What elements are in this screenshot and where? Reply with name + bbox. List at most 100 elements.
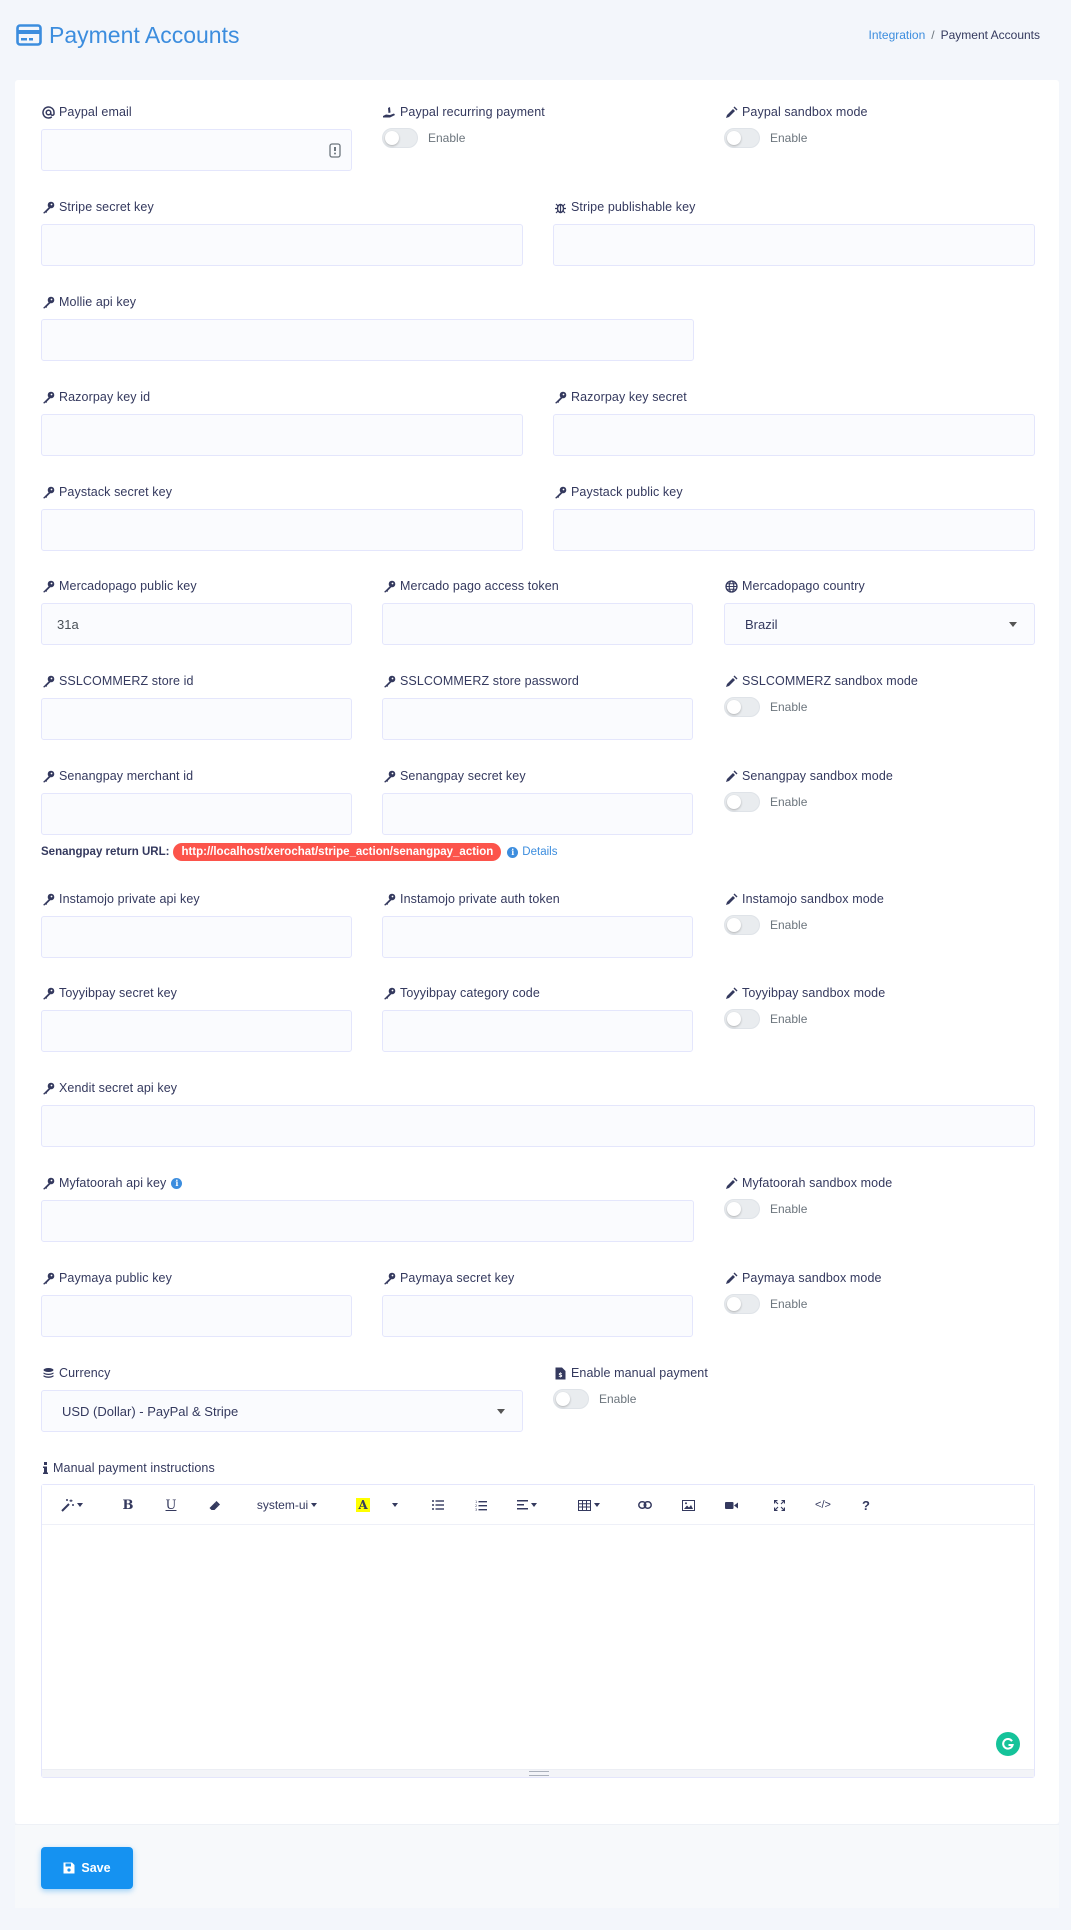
toggle-label: Enable [770, 131, 808, 145]
toggle-switch[interactable] [724, 915, 760, 935]
toyyibpay-sandbox-label: Toyyibpay sandbox mode [742, 986, 886, 1000]
sslcommerz-sandbox-toggle[interactable]: Enable [724, 697, 807, 717]
paymaya-sandbox-toggle[interactable]: Enable [724, 1294, 807, 1314]
key-icon [382, 674, 396, 688]
link-icon [638, 1501, 652, 1509]
sslcommerz-sandbox-label: SSLCOMMERZ sandbox mode [742, 674, 918, 688]
highlight-button[interactable]: A [355, 1495, 371, 1515]
mercadopago-public-label: Mercadopago public key [59, 579, 197, 593]
paymaya-secret-input[interactable] [382, 1295, 693, 1337]
senangpay-return-url-badge[interactable]: http://localhost/xerochat/stripe_action/… [173, 843, 502, 861]
toyyibpay-sandbox-toggle[interactable]: Enable [724, 1009, 807, 1029]
ordered-list-button[interactable]: 123 [473, 1495, 489, 1515]
info-icon [41, 1461, 49, 1475]
instamojo-api-input[interactable] [41, 916, 352, 958]
mercadopago-token-input[interactable] [382, 603, 693, 645]
key-icon [41, 200, 55, 214]
grip-icon [529, 1771, 549, 1776]
highlight-dropdown[interactable] [388, 1495, 398, 1515]
paymaya-sandbox-label: Paymaya sandbox mode [742, 1271, 882, 1285]
paypal-email-input[interactable] [41, 129, 352, 171]
mollie-api-group: Mollie api key [41, 294, 694, 364]
mercadopago-public-input[interactable] [41, 603, 352, 645]
key-icon [41, 485, 55, 499]
magic-wand-button[interactable] [60, 1495, 84, 1515]
paymaya-public-input[interactable] [41, 1295, 352, 1337]
stripe-publishable-group: Stripe publishable key [553, 199, 1035, 269]
toggle-switch[interactable] [553, 1389, 589, 1409]
paystack-secret-input[interactable] [41, 509, 523, 551]
image-icon [681, 1499, 695, 1511]
mercadopago-country-select[interactable]: Brazil [724, 603, 1035, 645]
toggle-switch[interactable] [724, 1009, 760, 1029]
sslcommerz-store-id-label: SSLCOMMERZ store id [59, 674, 194, 688]
toggle-switch[interactable] [724, 1199, 760, 1219]
save-button[interactable]: Save [41, 1847, 133, 1889]
underline-button[interactable]: U [163, 1495, 179, 1515]
toggle-switch[interactable] [724, 1294, 760, 1314]
toyyibpay-secret-input[interactable] [41, 1010, 352, 1052]
key-icon [382, 1271, 396, 1285]
paypal-sandbox-toggle[interactable]: Enable [724, 128, 807, 148]
toyyibpay-category-input[interactable] [382, 1010, 693, 1052]
razorpay-id-input[interactable] [41, 414, 523, 456]
mollie-api-input[interactable] [41, 319, 694, 361]
page-header: Payment Accounts Integration / Payment Acc… [0, 0, 1071, 78]
instamojo-sandbox-group: Instamojo sandbox mode Enable [724, 891, 1035, 951]
editor-content-area[interactable] [42, 1525, 1034, 1755]
sslcommerz-password-input[interactable] [382, 698, 693, 740]
video-button[interactable] [723, 1495, 739, 1515]
link-button[interactable] [637, 1495, 653, 1515]
senangpay-secret-label: Senangpay secret key [400, 769, 526, 783]
stripe-publishable-label: Stripe publishable key [571, 200, 696, 214]
unordered-list-button[interactable] [430, 1495, 446, 1515]
instamojo-api-group: Instamojo private api key [41, 891, 352, 961]
details-link[interactable]: i Details [507, 846, 557, 858]
floppy-disk-icon [63, 1862, 75, 1874]
help-button[interactable]: ? [859, 1495, 873, 1515]
toggle-label: Enable [770, 1202, 808, 1216]
key-icon [41, 892, 55, 906]
toggle-switch[interactable] [724, 697, 760, 717]
paragraph-align-button[interactable] [516, 1495, 538, 1515]
code-view-button[interactable]: </> [812, 1495, 834, 1515]
xendit-secret-input[interactable] [41, 1105, 1035, 1147]
stripe-publishable-input[interactable] [553, 224, 1035, 266]
toggle-switch[interactable] [382, 128, 418, 148]
editor-resize-handle[interactable] [42, 1769, 1034, 1777]
toggle-label: Enable [770, 700, 808, 714]
table-button[interactable] [577, 1495, 601, 1515]
ordered-list-icon: 123 [475, 1500, 487, 1511]
senangpay-sandbox-toggle[interactable]: Enable [724, 792, 807, 812]
paypal-recurring-toggle[interactable]: Enable [382, 128, 465, 148]
key-icon [41, 390, 55, 404]
font-family-dropdown[interactable]: system-ui [252, 1495, 322, 1515]
instamojo-sandbox-toggle[interactable]: Enable [724, 915, 807, 935]
toggle-switch[interactable] [724, 792, 760, 812]
fullscreen-button[interactable] [771, 1495, 787, 1515]
magic-wand-icon [61, 1498, 74, 1512]
xendit-secret-label: Xendit secret api key [59, 1081, 178, 1095]
paystack-public-input[interactable] [553, 509, 1035, 551]
bold-button[interactable]: B [120, 1495, 136, 1515]
sslcommerz-store-id-input[interactable] [41, 698, 352, 740]
myfatoorah-api-input[interactable] [41, 1200, 694, 1242]
currency-select[interactable]: USD (Dollar) - PayPal & Stripe [41, 1390, 523, 1432]
eyedropper-icon [724, 892, 738, 906]
password-manager-icon[interactable] [329, 143, 341, 158]
myfatoorah-sandbox-toggle[interactable]: Enable [724, 1199, 807, 1219]
image-button[interactable] [680, 1495, 696, 1515]
senangpay-secret-input[interactable] [382, 793, 693, 835]
stripe-secret-input[interactable] [41, 224, 523, 266]
manual-payment-toggle[interactable]: Enable [553, 1389, 636, 1409]
info-icon[interactable]: i [171, 1177, 183, 1189]
toggle-switch[interactable] [724, 128, 760, 148]
breadcrumb-integration-link[interactable]: Integration [869, 28, 926, 42]
razorpay-secret-input[interactable] [553, 414, 1035, 456]
senangpay-merchant-input[interactable] [41, 793, 352, 835]
instamojo-auth-input[interactable] [382, 916, 693, 958]
senangpay-merchant-group: Senangpay merchant id [41, 768, 352, 838]
paymaya-sandbox-group: Paymaya sandbox mode Enable [724, 1270, 1035, 1330]
eraser-button[interactable] [206, 1495, 222, 1515]
grammarly-icon[interactable] [996, 1732, 1020, 1756]
